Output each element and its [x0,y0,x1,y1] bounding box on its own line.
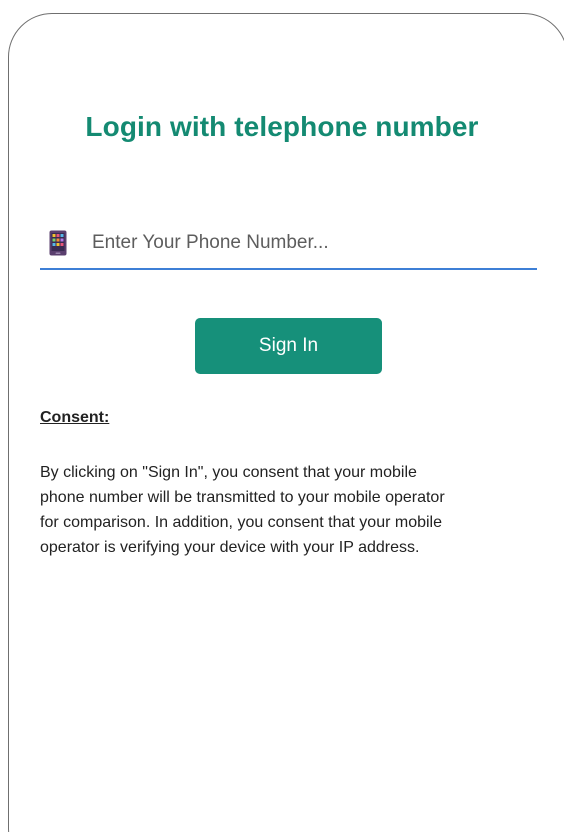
consent-line: operator is verifying your device with y… [40,539,420,556]
mobile-phone-icon [49,230,67,256]
sign-in-button[interactable]: Sign In [195,318,382,374]
consent-text: By clicking on "Sign In", you consent th… [40,460,540,560]
phone-field-row [40,222,537,270]
consent-line: phone number will be transmitted to your… [40,489,445,506]
consent-line: for comparison. In addition, you consent… [40,514,442,531]
page-title: Login with telephone number [85,111,479,142]
consent-line: By clicking on "Sign In", you consent th… [40,464,417,481]
phone-number-input[interactable] [92,225,522,261]
consent-heading: Consent: [40,409,110,426]
